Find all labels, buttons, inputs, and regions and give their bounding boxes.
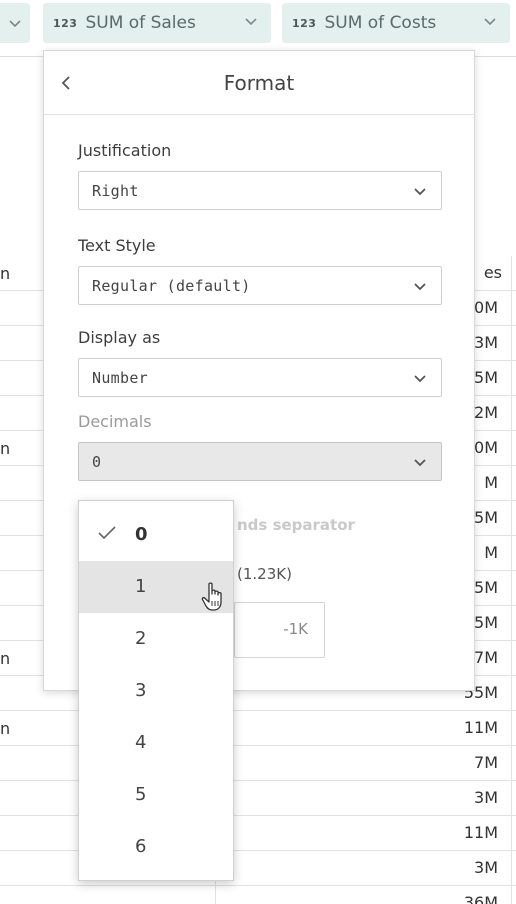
number-type-icon: 123 bbox=[292, 16, 317, 30]
display-as-label: Display as bbox=[78, 328, 161, 347]
negative-format-option[interactable]: -1K bbox=[234, 602, 325, 658]
justification-select[interactable]: Right bbox=[78, 171, 442, 210]
option-label: 2 bbox=[135, 628, 147, 649]
select-value: 0 bbox=[92, 453, 102, 471]
select-value: Right bbox=[92, 182, 139, 200]
abbreviation-example-label: (1.23K) bbox=[237, 565, 292, 583]
justification-label: Justification bbox=[78, 141, 172, 160]
decimals-dropdown-list: 0 1 2 3 4 5 6 bbox=[78, 500, 234, 881]
table-cell: 7M bbox=[474, 753, 498, 772]
chip-sum-of-sales[interactable]: 123 SUM of Sales bbox=[43, 3, 271, 43]
table-cell: n bbox=[0, 719, 11, 738]
option-label: 6 bbox=[135, 836, 147, 857]
column-chip-bar: 123 SUM of Sales 123 SUM of Costs bbox=[0, 0, 516, 56]
decimals-option[interactable]: 3 bbox=[79, 665, 233, 717]
table-cell: 0M bbox=[474, 438, 498, 457]
chip-label: SUM of Costs bbox=[324, 13, 437, 33]
select-value: Regular (default) bbox=[92, 277, 251, 295]
option-label: 5 bbox=[135, 784, 147, 805]
negative-format-value: -1K bbox=[283, 620, 308, 638]
chevron-down-icon bbox=[414, 188, 426, 196]
text-style-label: Text Style bbox=[78, 236, 156, 255]
table-cell: n bbox=[0, 439, 11, 458]
decimals-option[interactable]: 6 bbox=[79, 821, 233, 873]
chevron-down-icon bbox=[414, 375, 426, 383]
table-cell: M bbox=[484, 473, 498, 492]
table-cell: n bbox=[0, 649, 11, 668]
chevron-down-icon bbox=[414, 459, 426, 467]
option-label: 4 bbox=[135, 732, 147, 753]
table-cell: 3M bbox=[474, 333, 498, 352]
check-icon bbox=[98, 526, 116, 540]
panel-header: Format bbox=[44, 51, 474, 115]
text-style-select[interactable]: Regular (default) bbox=[78, 266, 442, 305]
option-label: 3 bbox=[135, 680, 147, 701]
table-cell: 7M bbox=[474, 648, 498, 667]
decimals-option[interactable]: 0 bbox=[79, 509, 233, 561]
decimals-select[interactable]: 0 bbox=[78, 442, 442, 481]
chip-label: SUM of Sales bbox=[85, 13, 196, 33]
decimals-label: Decimals bbox=[78, 412, 152, 431]
chevron-down-icon bbox=[484, 18, 496, 26]
header-cell: es bbox=[483, 263, 502, 282]
table-cell: M bbox=[484, 543, 498, 562]
table-cell: 5M bbox=[474, 508, 498, 527]
display-as-select[interactable]: Number bbox=[78, 358, 442, 397]
table-cell: 11M bbox=[463, 823, 498, 842]
decimals-option[interactable]: 2 bbox=[79, 613, 233, 665]
chip-partial[interactable] bbox=[0, 3, 30, 43]
table-cell: 5M bbox=[474, 578, 498, 597]
chevron-down-icon bbox=[245, 18, 257, 26]
option-label: 1 bbox=[135, 576, 147, 597]
option-label: 0 bbox=[135, 524, 148, 545]
table-cell: 3M bbox=[474, 788, 498, 807]
select-value: Number bbox=[92, 369, 148, 387]
decimals-option[interactable]: 5 bbox=[79, 769, 233, 821]
header-cell: n bbox=[0, 264, 11, 283]
decimals-option[interactable]: 4 bbox=[79, 717, 233, 769]
table-cell: 36M bbox=[463, 893, 498, 904]
chevron-down-icon bbox=[9, 20, 21, 28]
hand-pointer-icon bbox=[201, 582, 222, 611]
table-row: 36M bbox=[0, 886, 516, 904]
table-cell: 3M bbox=[474, 858, 498, 877]
table-cell: 5M bbox=[474, 368, 498, 387]
table-cell: 5M bbox=[474, 613, 498, 632]
number-type-icon: 123 bbox=[53, 16, 78, 30]
chip-sum-of-costs[interactable]: 123 SUM of Costs bbox=[282, 3, 510, 43]
chevron-down-icon bbox=[414, 283, 426, 291]
table-cell: 0M bbox=[474, 298, 498, 317]
thousands-separator-label: nds separator bbox=[237, 516, 355, 534]
table-cell: 11M bbox=[463, 718, 498, 737]
panel-title: Format bbox=[223, 71, 295, 95]
column-divider bbox=[511, 256, 512, 904]
table-cell: 2M bbox=[474, 403, 498, 422]
